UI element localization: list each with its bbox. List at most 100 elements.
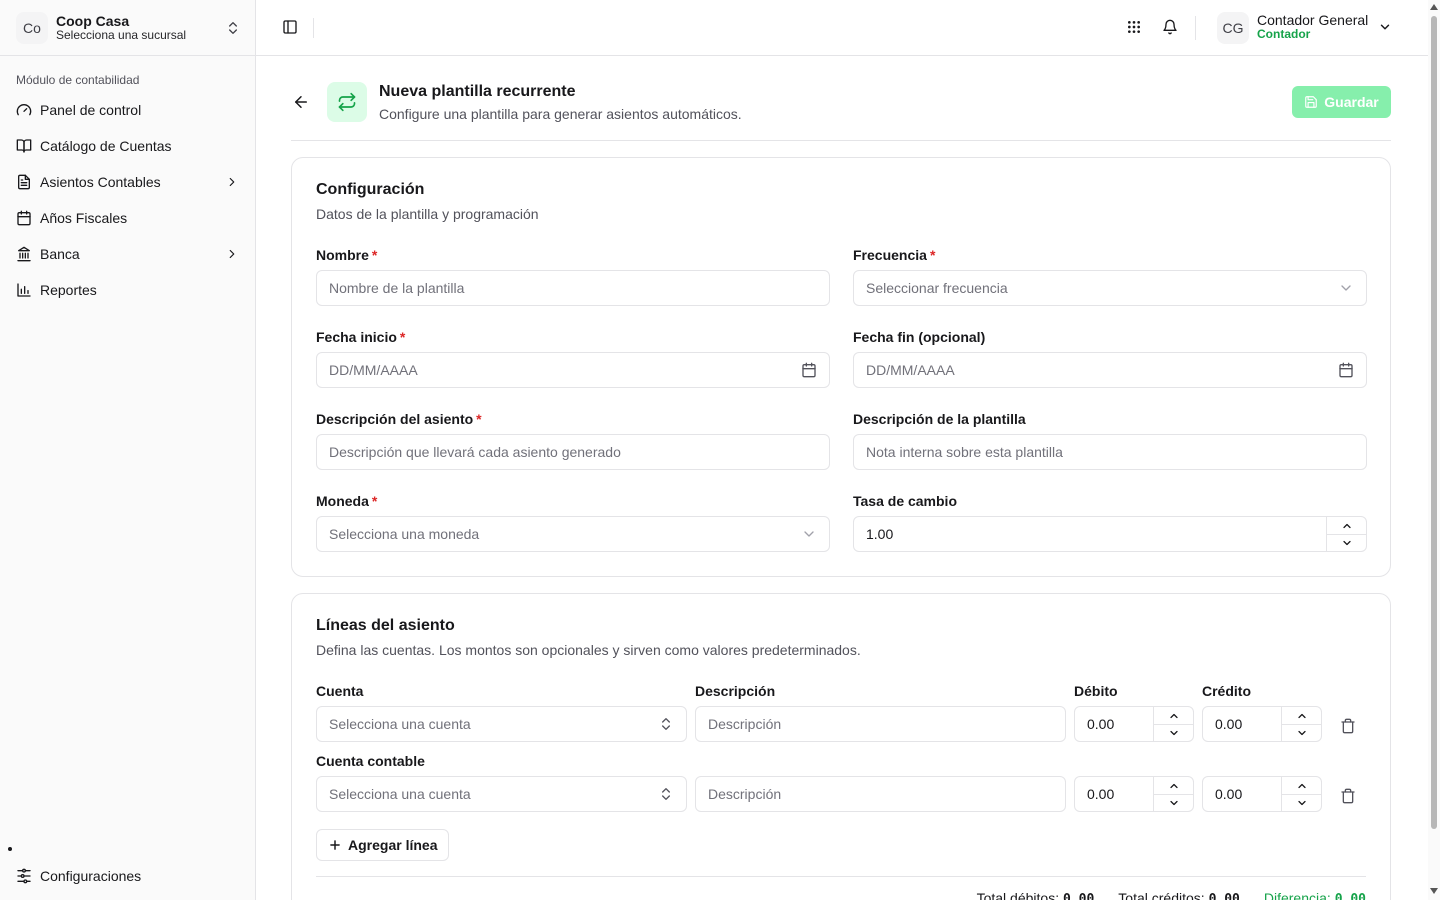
frecuencia-select[interactable]: Seleccionar frecuencia bbox=[853, 270, 1367, 306]
sidebar-item-reportes[interactable]: Reportes bbox=[8, 272, 247, 308]
credit-stepper bbox=[1281, 777, 1321, 811]
org-text: Coop Casa Selecciona una sucursal bbox=[56, 13, 225, 43]
chevron-up-icon bbox=[1297, 783, 1306, 788]
increment-button[interactable] bbox=[1282, 777, 1321, 794]
lines-card: Líneas del asiento Defina las cuentas. L… bbox=[291, 593, 1391, 900]
col-header-cuenta: Cuenta bbox=[316, 683, 364, 699]
plus-icon bbox=[330, 840, 340, 850]
chevrons-up-down-icon bbox=[662, 788, 670, 800]
config-subtitle: Datos de la plantilla y programación bbox=[316, 206, 539, 222]
chevron-down-icon bbox=[1297, 730, 1306, 736]
divider bbox=[313, 18, 314, 38]
fecha-inicio-input[interactable]: DD/MM/AAAA bbox=[316, 352, 830, 388]
tasa-label: Tasa de cambio bbox=[853, 493, 958, 509]
desc-plantilla-input[interactable]: Nota interna sobre esta plantilla bbox=[853, 434, 1367, 470]
sidebar-item-panel[interactable]: Panel de control bbox=[8, 92, 247, 128]
sidebar-toggle-icon[interactable] bbox=[282, 19, 298, 35]
fecha-fin-label: Fecha fin (opcional) bbox=[853, 329, 986, 345]
chevron-up-icon bbox=[1169, 783, 1178, 788]
tasa-input[interactable]: 1.00 bbox=[853, 516, 1367, 552]
nombre-label: Nombre * bbox=[316, 247, 378, 263]
sidebar-item-label: Panel de control bbox=[40, 102, 142, 118]
org-switcher[interactable]: Co Coop Casa Selecciona una sucursal bbox=[0, 0, 255, 56]
line-description-input[interactable]: Descripción bbox=[695, 706, 1066, 742]
totals-row: Total débitos: 0.00 Total créditos: 0.00… bbox=[977, 890, 1366, 900]
decrement-button[interactable] bbox=[1327, 534, 1366, 551]
moneda-select[interactable]: Selecciona una moneda bbox=[316, 516, 830, 552]
org-name: Coop Casa bbox=[56, 12, 130, 29]
trash-icon[interactable] bbox=[1340, 718, 1356, 734]
calendar-icon[interactable] bbox=[1338, 362, 1354, 378]
divider bbox=[1195, 16, 1196, 40]
chevron-right-icon bbox=[229, 177, 235, 187]
chevron-down-icon bbox=[1341, 285, 1351, 291]
calendar-icon bbox=[17, 210, 31, 226]
total-debits: Total débitos: 0.00 bbox=[976, 890, 1095, 900]
sidebar: Co Coop Casa Selecciona una sucursal Mód… bbox=[0, 0, 256, 900]
scroll-up-arrow[interactable] bbox=[1430, 4, 1438, 10]
chevrons-up-down-icon bbox=[229, 21, 237, 34]
user-avatar[interactable]: CG bbox=[1217, 12, 1249, 44]
divider bbox=[316, 876, 1366, 877]
chevron-down-icon bbox=[1297, 800, 1306, 806]
apps-grid-icon[interactable] bbox=[1126, 19, 1142, 35]
save-icon bbox=[1305, 96, 1318, 108]
template-badge bbox=[327, 82, 367, 122]
save-button[interactable]: Guardar bbox=[1292, 86, 1391, 118]
decrement-button[interactable] bbox=[1154, 794, 1193, 811]
sidebar-item-anos-fiscales[interactable]: Años Fiscales bbox=[8, 200, 247, 236]
chevron-down-icon[interactable] bbox=[1378, 20, 1392, 34]
sidebar-item-banca[interactable]: Banca bbox=[8, 236, 247, 272]
frecuencia-label: Frecuencia * bbox=[853, 247, 936, 263]
status-dot bbox=[8, 847, 12, 851]
desc-plantilla-label: Descripción de la plantilla bbox=[853, 411, 1026, 427]
settings-sliders-icon bbox=[17, 868, 31, 884]
add-line-label: Agregar línea bbox=[348, 837, 438, 853]
credit-input[interactable]: 0.00 bbox=[1202, 706, 1322, 742]
page-scrollbar[interactable] bbox=[1428, 0, 1440, 900]
decrement-button[interactable] bbox=[1154, 724, 1193, 741]
back-arrow-icon[interactable] bbox=[292, 93, 310, 111]
account-select[interactable]: Selecciona una cuenta bbox=[316, 776, 687, 812]
fecha-fin-input[interactable]: DD/MM/AAAA bbox=[853, 352, 1367, 388]
difference: Diferencia: 0.00 bbox=[1263, 890, 1366, 900]
sidebar-nav: Panel de control Catálogo de Cuentas Asi… bbox=[0, 92, 255, 308]
sidebar-item-asientos[interactable]: Asientos Contables bbox=[8, 164, 247, 200]
decrement-button[interactable] bbox=[1282, 724, 1321, 741]
book-open-icon bbox=[16, 139, 32, 153]
debit-input[interactable]: 0.00 bbox=[1074, 776, 1194, 812]
line-description-input[interactable]: Descripción bbox=[695, 776, 1066, 812]
increment-button[interactable] bbox=[1327, 517, 1366, 534]
chevron-up-icon bbox=[1342, 523, 1351, 528]
top-bar: CG Contador General Contador bbox=[256, 0, 1428, 56]
fecha-inicio-label: Fecha inicio * bbox=[316, 329, 406, 345]
account-select[interactable]: Selecciona una cuenta bbox=[316, 706, 687, 742]
credit-input[interactable]: 0.00 bbox=[1202, 776, 1322, 812]
total-credits: Total créditos: 0.00 bbox=[1118, 890, 1240, 900]
user-menu[interactable]: Contador General Contador bbox=[1257, 12, 1373, 42]
scroll-thumb[interactable] bbox=[1431, 16, 1437, 829]
sidebar-item-catalogo[interactable]: Catálogo de Cuentas bbox=[8, 128, 247, 164]
trash-icon[interactable] bbox=[1340, 788, 1356, 804]
user-name: Contador General bbox=[1257, 12, 1369, 28]
desc-asiento-input[interactable]: Descripción que llevará cada asiento gen… bbox=[316, 434, 830, 470]
decrement-button[interactable] bbox=[1282, 794, 1321, 811]
increment-button[interactable] bbox=[1154, 777, 1193, 794]
increment-button[interactable] bbox=[1154, 707, 1193, 724]
add-line-button[interactable]: Agregar línea bbox=[316, 829, 450, 861]
tasa-stepper bbox=[1326, 517, 1366, 551]
nombre-input[interactable]: Nombre de la plantilla bbox=[316, 270, 830, 306]
sidebar-item-configuraciones[interactable]: Configuraciones bbox=[8, 858, 247, 894]
debit-input[interactable]: 0.00 bbox=[1074, 706, 1194, 742]
calendar-icon[interactable] bbox=[801, 362, 817, 378]
page-title: Nueva plantilla recurrente bbox=[379, 83, 576, 100]
increment-button[interactable] bbox=[1282, 707, 1321, 724]
chevron-right-icon bbox=[229, 249, 235, 259]
chevron-down-icon bbox=[804, 531, 814, 537]
repeat-icon bbox=[338, 92, 356, 112]
debit-stepper bbox=[1153, 707, 1193, 741]
bell-icon[interactable] bbox=[1162, 19, 1178, 35]
scroll-down-arrow[interactable] bbox=[1430, 888, 1438, 894]
sidebar-item-label: Catálogo de Cuentas bbox=[40, 138, 172, 154]
landmark-icon bbox=[17, 246, 31, 262]
